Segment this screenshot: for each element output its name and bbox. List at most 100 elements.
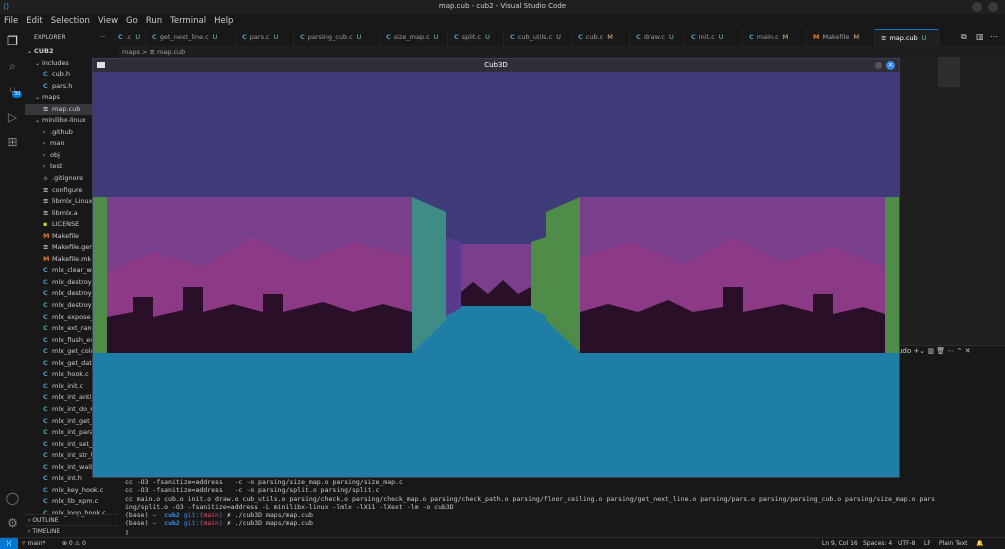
more-icon[interactable]: ⋯ — [947, 347, 954, 355]
run-debug-icon[interactable]: ▷ — [5, 110, 20, 125]
menu-file[interactable]: File — [0, 14, 22, 29]
tab-status: U — [356, 33, 362, 41]
timeline-section[interactable]: › TIMELINE — [25, 525, 118, 537]
menu-go[interactable]: Go — [122, 14, 142, 29]
menu-edit[interactable]: Edit — [22, 14, 46, 29]
breadcrumb-folder[interactable]: maps — [122, 48, 140, 56]
c-file-icon: C — [386, 33, 391, 41]
editor-tab[interactable]: M Makefile M — [807, 29, 875, 46]
indentation[interactable]: Spaces: 4 — [863, 538, 892, 549]
tree-item-label: mlx_int_anti_r — [52, 393, 98, 402]
remote-icon[interactable]: ⟩⟨ — [0, 538, 18, 549]
notifications-bell-icon[interactable]: 🔔 — [976, 538, 983, 549]
explorer-icon[interactable]: ❐ — [5, 34, 20, 49]
window-title: map.cub - cub2 - Visual Studio Code — [438, 2, 567, 10]
workspace-root[interactable]: ⌄ CUB2 — [25, 46, 118, 58]
tree-item-label: test — [50, 162, 63, 171]
minimap[interactable] — [938, 57, 960, 87]
terminal-prompt-line: (base) → cub2 git:(main) ✗ ./cub3D maps/… — [125, 511, 935, 519]
c-file-icon: C — [43, 381, 48, 390]
tree-item-label: mlx_lib_xpm.c — [52, 497, 99, 506]
menu-selection[interactable]: Selection — [47, 14, 94, 29]
c-file-icon: C — [691, 33, 696, 41]
editor-tab[interactable]: Csize_map.c U — [380, 29, 448, 46]
explorer-header: EXPLORER ··· — [25, 29, 118, 46]
tree-item-label: mlx_get_color — [52, 347, 98, 356]
editor-tab[interactable]: Cinit.c U — [685, 29, 743, 46]
prompt-arrow: → — [152, 519, 157, 528]
tree-item-label: mlx_expose_h — [52, 312, 98, 321]
add-terminal-icon[interactable]: +⌄ — [913, 347, 925, 355]
search-icon[interactable]: ⌕ — [5, 59, 20, 74]
editor-tab[interactable]: C .c U — [118, 29, 146, 46]
menu-terminal[interactable]: Terminal — [166, 14, 210, 29]
close-button[interactable]: × — [886, 61, 895, 70]
menu-help[interactable]: Help — [210, 14, 237, 29]
editor-tab[interactable]: Csplit.c U — [448, 29, 504, 46]
terminal-line: cc -O3 -fsanitize=address -c -o parsing/… — [125, 486, 380, 495]
editor-tab[interactable]: Cpars.c U — [236, 29, 294, 46]
chevron-up-icon[interactable]: ⌃ — [957, 347, 963, 355]
settings-gear-icon[interactable]: ⚙ — [5, 516, 20, 531]
file-item[interactable]: Cmlx_key_hook.c — [25, 485, 118, 497]
editor-tab[interactable]: Cmain.c M — [743, 29, 807, 46]
cub3d-title: Cub3D — [484, 61, 508, 69]
cursor-position[interactable]: Ln 9, Col 16 — [822, 538, 858, 549]
close-window-icon[interactable] — [988, 2, 998, 12]
editor-tab[interactable]: Ccub.c M — [572, 29, 630, 46]
split-terminal-icon[interactable]: ▥ — [927, 347, 934, 355]
tree-item-label: mlx_int_set_w — [52, 439, 98, 448]
more-actions-icon[interactable]: ··· — [100, 29, 106, 46]
extensions-icon[interactable]: ⊞ — [5, 135, 20, 150]
encoding[interactable]: UTF-8 — [898, 538, 916, 549]
tab-status: M — [782, 33, 789, 41]
breadcrumb: maps > ≡ map.cub — [122, 47, 185, 57]
split-editor-icon[interactable]: ⧉ — [961, 32, 967, 42]
branch-name: main* — [27, 540, 46, 547]
layout-icon[interactable]: ▥ — [976, 32, 984, 41]
menu-view[interactable]: View — [94, 14, 122, 29]
close-icon[interactable]: ✕ — [965, 347, 971, 355]
editor-tab[interactable]: Ccub_utils.c U — [504, 29, 572, 46]
menu-run[interactable]: Run — [142, 14, 166, 29]
floor — [93, 353, 899, 477]
breadcrumb-file[interactable]: map.cub — [157, 48, 185, 56]
c-file-icon: C — [43, 289, 48, 298]
terminal-controls: udo +⌄ ▥ 🗑 ⋯ ⌃ ✕ — [898, 347, 971, 355]
language-mode[interactable]: Plain Text — [939, 538, 967, 549]
minimize-window-icon[interactable] — [972, 2, 982, 12]
branch-indicator[interactable]: ⑂ main* — [22, 538, 46, 549]
line-ending[interactable]: LF — [924, 538, 931, 549]
tree-item-label: mlx_hook.c — [52, 370, 89, 379]
minimize-icon[interactable] — [875, 62, 882, 69]
tree-item-label: mlx_int_str_to — [52, 451, 98, 460]
c-file-icon: C — [43, 497, 48, 506]
account-icon[interactable]: ◯ — [5, 491, 20, 506]
tab-label: cub_utils.c — [517, 33, 553, 41]
editor-tab[interactable]: Cparsing_cub.c U — [294, 29, 380, 46]
file-icon: ≡ — [881, 34, 887, 42]
terminal-output[interactable]: cc -O3 -fsanitize=address -c -o parsing/… — [125, 478, 935, 536]
c-file-icon: C — [43, 393, 48, 402]
tab-status: U — [433, 33, 439, 41]
problems-indicator[interactable]: ⊗ 0 ⚠ 0 — [62, 538, 86, 549]
file-item[interactable]: Cmlx_lib_xpm.c — [25, 496, 118, 508]
editor-tab[interactable]: Cdraw.c U — [630, 29, 685, 46]
chevron-right-icon: › — [43, 140, 46, 148]
more-editor-actions-icon[interactable]: ⋯ — [990, 32, 998, 41]
c-file-icon: C — [636, 33, 641, 41]
c-file-icon: C — [43, 312, 48, 321]
tab-label: init.c — [698, 33, 715, 41]
raycast-view[interactable] — [93, 72, 899, 477]
tab-label: get_next_line.c — [159, 33, 209, 41]
file-file-icon: ≡ — [43, 104, 49, 113]
cub3d-window[interactable]: Cub3D × — [92, 58, 900, 478]
c-file-icon: C — [43, 370, 48, 379]
prompt-git-close: ) — [218, 511, 223, 520]
menu-bar: File Edit Selection View Go Run Terminal Help — [0, 14, 1005, 29]
c-file-icon: C — [43, 474, 48, 483]
editor-tab[interactable]: Cget_next_line.c U — [146, 29, 236, 46]
trash-icon[interactable]: 🗑 — [936, 347, 945, 355]
tab-label: main.c — [756, 33, 779, 41]
editor-tab[interactable]: ≡ map.cub U — [875, 29, 939, 46]
